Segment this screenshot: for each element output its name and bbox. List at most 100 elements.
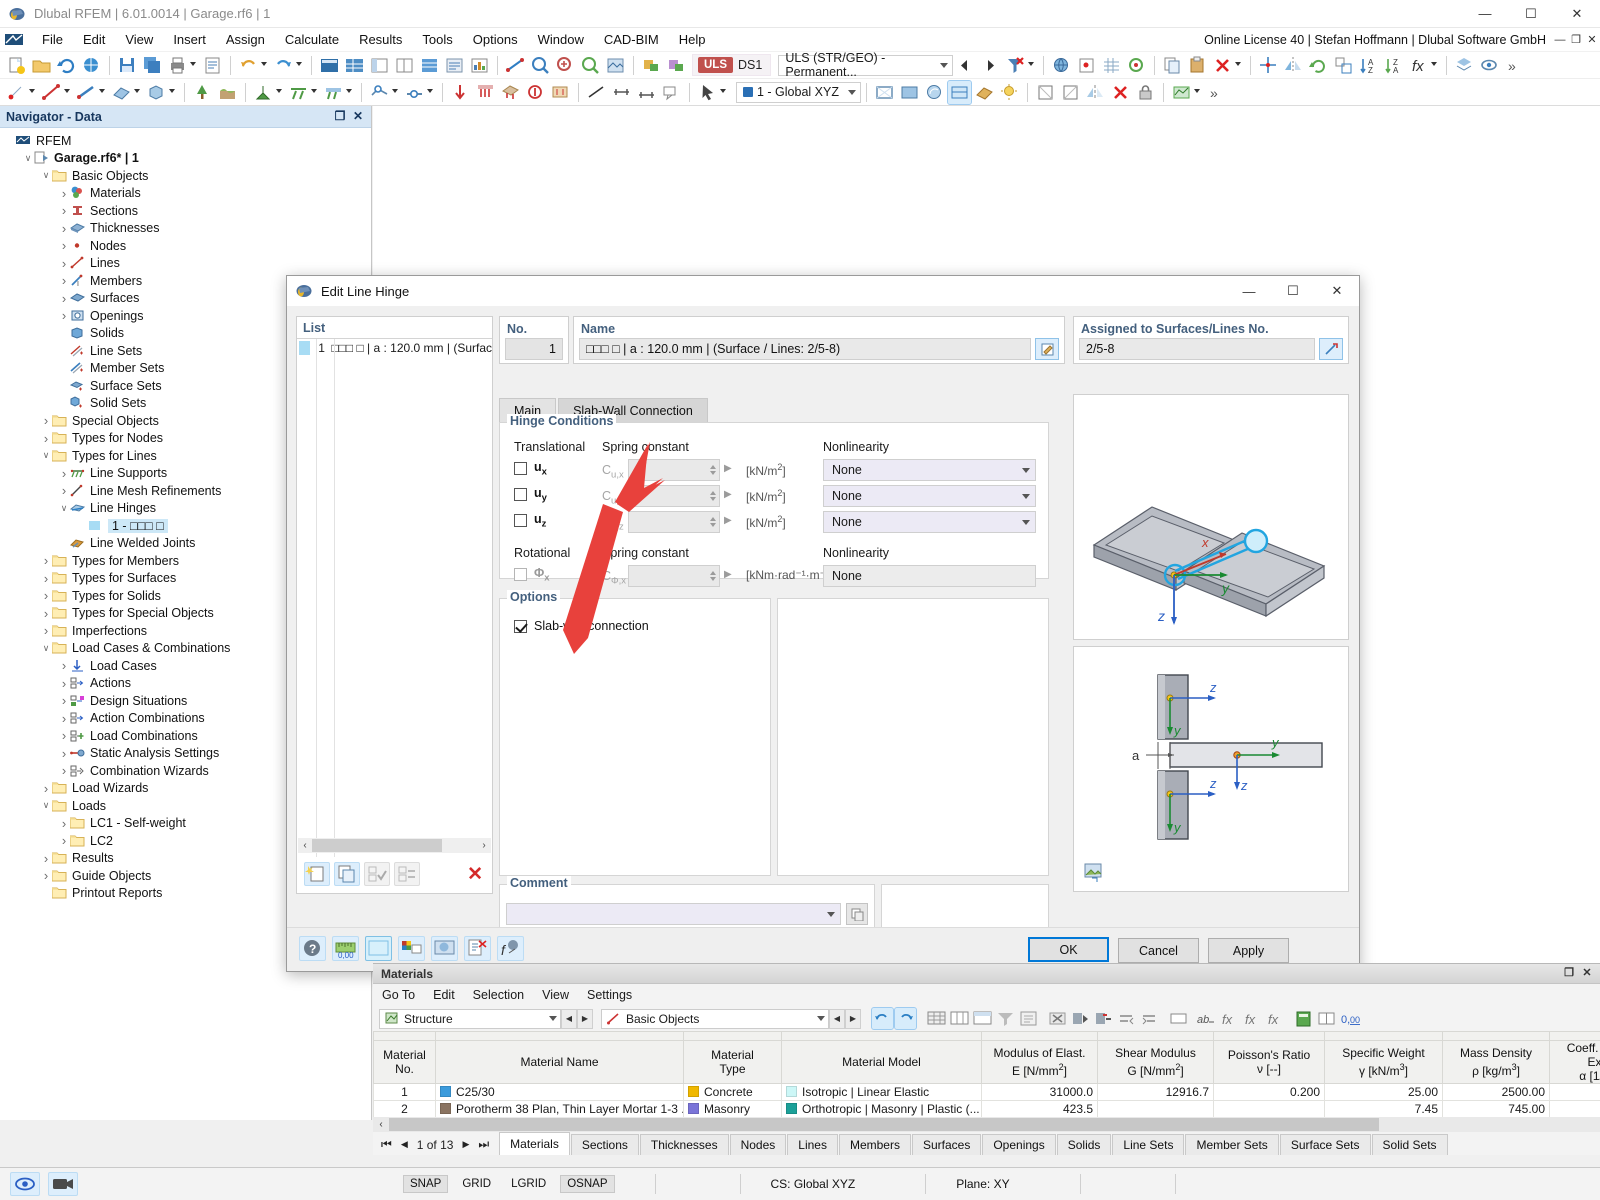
menu-edit[interactable]: Edit	[73, 29, 115, 50]
hinge-list-hscrollbar[interactable]: ‹ ›	[298, 838, 491, 853]
osnap-toggle[interactable]: OSNAP	[560, 1175, 615, 1193]
delete-row-icon[interactable]	[1047, 1008, 1068, 1029]
load-imposed-icon[interactable]	[549, 81, 572, 104]
slab-wall-connection-checkbox[interactable]	[514, 619, 527, 633]
rotational-checkbox-x[interactable]	[514, 568, 527, 582]
materials-col-header-1[interactable]: Material Name	[435, 1040, 684, 1084]
undo-table-icon[interactable]	[871, 1007, 894, 1030]
load-nodal-icon[interactable]	[449, 81, 472, 104]
chevron-right-icon[interactable]: ›	[40, 868, 52, 883]
wireframe-view-icon[interactable]	[873, 81, 896, 104]
chevron-right-icon[interactable]: ›	[58, 483, 70, 498]
objects-select[interactable]: Basic Objects	[601, 1008, 829, 1029]
table-columns-icon[interactable]	[949, 1008, 970, 1029]
indent-left-icon[interactable]	[1116, 1008, 1137, 1029]
spinner-arrows[interactable]	[706, 512, 719, 532]
hinge-no-field[interactable]: 1	[505, 338, 563, 360]
rename-icon[interactable]: ab	[1195, 1008, 1216, 1029]
materials-tab-thicknesses[interactable]: Thicknesses	[639, 1134, 729, 1155]
tree-item-materials[interactable]: › Materials	[0, 185, 371, 203]
menu-options[interactable]: Options	[463, 29, 528, 50]
materials-table-body[interactable]: 1 C25/30 Concrete Isotropic | Linear Elasti…	[373, 1083, 1600, 1117]
scroll-left-icon[interactable]: ‹	[298, 840, 312, 851]
color-icon[interactable]	[365, 936, 392, 961]
insert-member-dropdown[interactable]	[99, 81, 109, 104]
chevron-down-icon[interactable]: ∨	[58, 503, 70, 514]
objects-prev-button[interactable]: ◀	[829, 1008, 845, 1029]
lighting-icon[interactable]	[998, 81, 1021, 104]
materials-col-header-9[interactable]: Coeff. of Th. Exp.α [1/°C]	[1549, 1040, 1600, 1084]
materials-col-header-5[interactable]: Shear Modulus G [N/mm2]	[1097, 1040, 1214, 1084]
translational-checkbox-x[interactable]	[514, 462, 527, 476]
materials-menu-goto[interactable]: Go To	[373, 986, 424, 1004]
render-view-icon[interactable]	[923, 81, 946, 104]
ok-button[interactable]: OK	[1028, 937, 1109, 962]
table-row[interactable]: 2 Porotherm 38 Plan, Thin Layer Mortar 1-…	[373, 1100, 1600, 1117]
zoom-window-icon[interactable]	[529, 54, 552, 77]
insert-surface-dropdown[interactable]	[134, 81, 144, 104]
chevron-right-icon[interactable]: ›	[58, 186, 70, 201]
materials-tab-members[interactable]: Members	[838, 1134, 911, 1155]
translational-spring-more-z[interactable]: ▶	[724, 515, 732, 526]
translational-dof-x[interactable]: ux	[514, 460, 547, 478]
materials-tab-nodes[interactable]: Nodes	[729, 1134, 787, 1155]
hinge-node-dropdown[interactable]	[392, 81, 402, 104]
view-side-icon[interactable]	[1059, 81, 1082, 104]
support-node-dropdown[interactable]	[276, 81, 286, 104]
osnap-icon[interactable]	[1125, 54, 1148, 77]
view-report-icon[interactable]	[443, 54, 466, 77]
table-cell[interactable]: Masonry	[683, 1100, 782, 1117]
view-chart-icon[interactable]	[468, 54, 491, 77]
results-view-dropdown[interactable]	[1194, 81, 1204, 104]
insert-member-icon[interactable]	[75, 81, 98, 104]
sort-desc-icon[interactable]: ZA	[1382, 54, 1405, 77]
menu-insert[interactable]: Insert	[163, 29, 216, 50]
view-front-icon[interactable]	[1034, 81, 1057, 104]
transparent-view-icon[interactable]	[947, 79, 972, 105]
window-close-button[interactable]: ✕	[1554, 0, 1600, 28]
combination-prev-button[interactable]	[954, 54, 977, 77]
results-view-icon[interactable]	[1170, 81, 1193, 104]
undo-dropdown[interactable]	[261, 54, 271, 77]
shade-view-icon[interactable]	[973, 81, 996, 104]
chevron-down-icon[interactable]: ∨	[22, 153, 34, 164]
rotational-spring-more-x[interactable]: ▶	[724, 569, 732, 580]
support-surface-icon[interactable]	[322, 81, 345, 104]
snap-settings-icon[interactable]	[1075, 54, 1098, 77]
window-maximize-button[interactable]: ☐	[1508, 0, 1554, 28]
support-surface-dropdown[interactable]	[346, 81, 356, 104]
chevron-right-icon[interactable]: ›	[58, 816, 70, 831]
chevron-right-icon[interactable]: ›	[58, 203, 70, 218]
support-line-dropdown[interactable]	[311, 81, 321, 104]
pager-prev-button[interactable]: ◀	[401, 1139, 408, 1150]
tree-item-thicknesses[interactable]: › Thicknesses	[0, 220, 371, 238]
chevron-right-icon[interactable]: ›	[58, 221, 70, 236]
export-icon[interactable]	[464, 936, 491, 961]
insert-line-dropdown[interactable]	[64, 81, 74, 104]
model-icon[interactable]	[80, 54, 103, 77]
decimals-icon[interactable]: 0, 00	[1339, 1008, 1360, 1029]
chevron-right-icon[interactable]: ›	[58, 676, 70, 691]
table-cell[interactable]: Porotherm 38 Plan, Thin Layer Mortar 1-3…	[435, 1100, 684, 1117]
materials-menu-view[interactable]: View	[533, 986, 578, 1004]
structure-select[interactable]: Structure	[379, 1008, 561, 1029]
new-file-icon[interactable]	[5, 54, 28, 77]
view-panel-icon[interactable]	[368, 54, 391, 77]
table-cell[interactable]: 1	[373, 1083, 436, 1101]
new-hinge-button[interactable]	[304, 862, 330, 886]
clear-selection-icon[interactable]	[1109, 81, 1132, 104]
translational-spring-input-x[interactable]	[628, 459, 720, 481]
duplicate-hinge-button[interactable]	[334, 862, 360, 886]
tree-item-sections[interactable]: › Sections	[0, 202, 371, 220]
insert-soil-icon[interactable]	[216, 81, 239, 104]
scroll-thumb[interactable]	[312, 839, 442, 852]
annotation-icon[interactable]	[660, 81, 683, 104]
line-draw-icon[interactable]	[585, 81, 608, 104]
menu-file[interactable]: File	[32, 29, 73, 50]
render-icon[interactable]	[604, 54, 627, 77]
load-free-icon[interactable]	[524, 81, 547, 104]
overflow-icon[interactable]: »	[1205, 81, 1228, 104]
chevron-right-icon[interactable]: ›	[40, 431, 52, 446]
translational-dof-z[interactable]: uz	[514, 512, 546, 530]
table-cell[interactable]	[1213, 1100, 1325, 1117]
